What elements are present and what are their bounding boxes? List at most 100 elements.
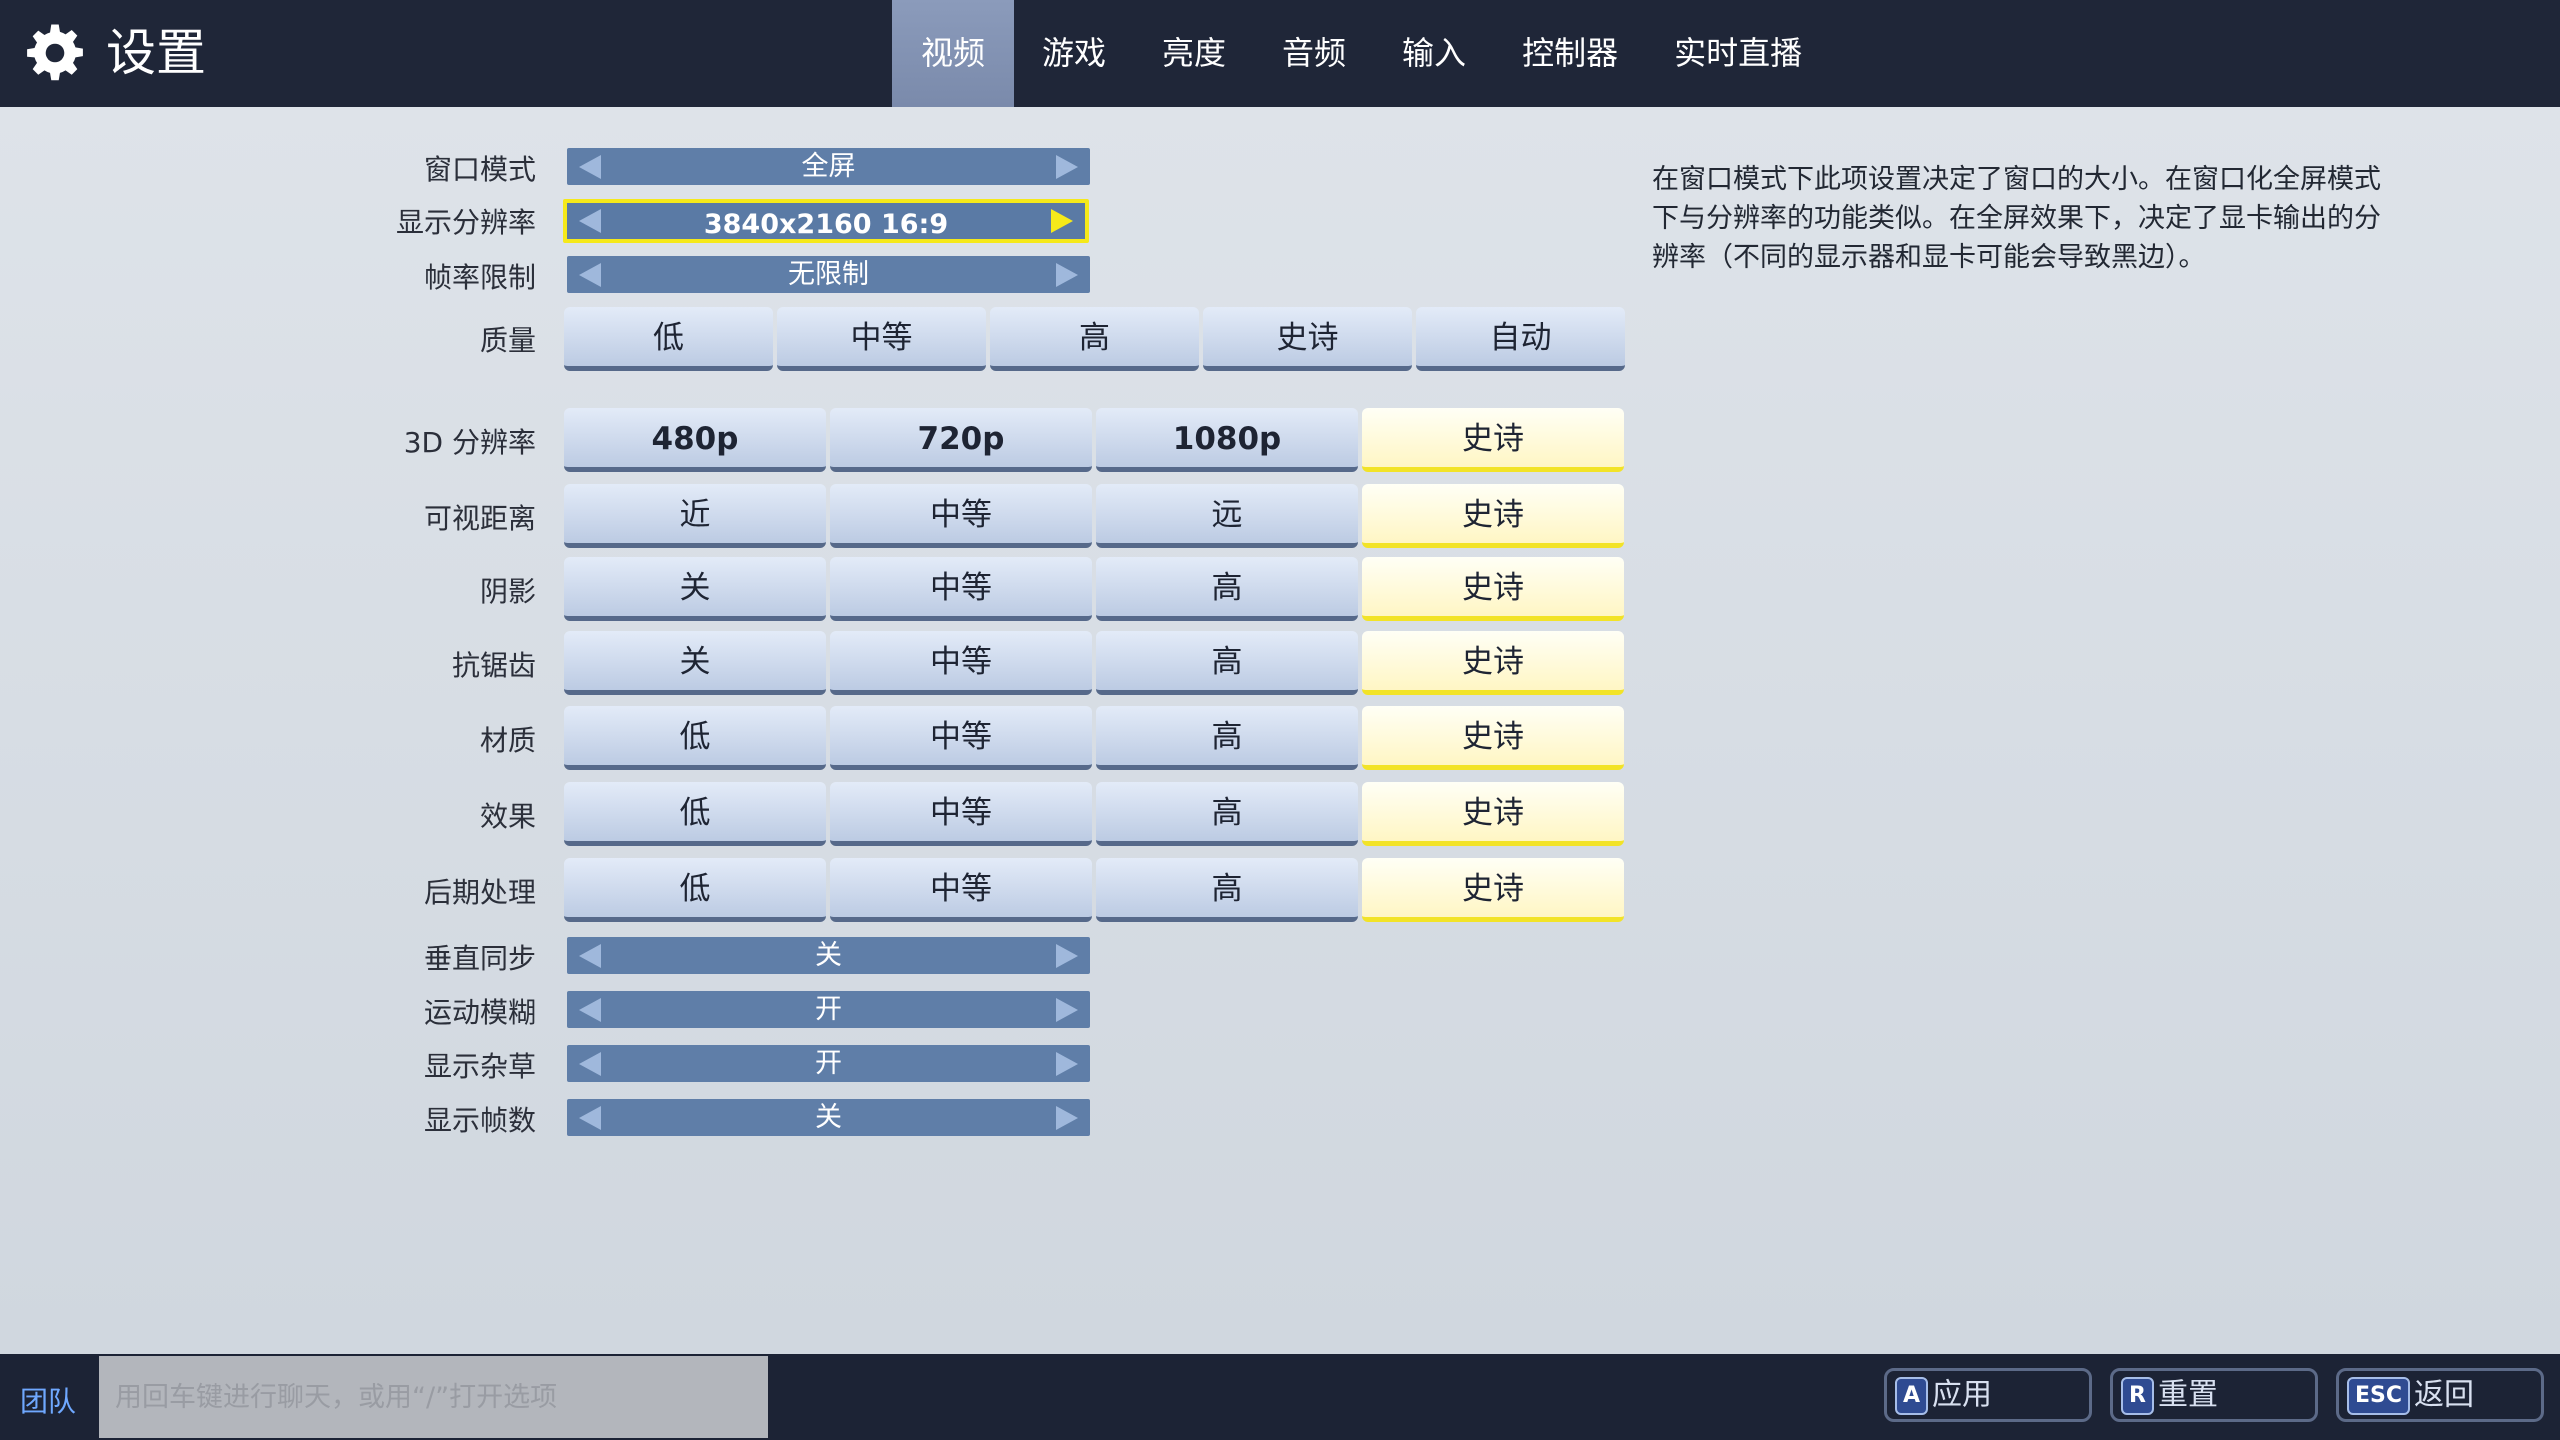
anti-aliasing-epic-button[interactable]: 史诗 xyxy=(1362,631,1624,695)
effects-high-button[interactable]: 高 xyxy=(1096,782,1358,846)
resolution-label: 显示分辨率 xyxy=(395,206,536,239)
quality-label: 质量 xyxy=(479,324,536,357)
post-processing-medium-button[interactable]: 中等 xyxy=(830,858,1092,922)
header-bar: 设置 视频 游戏 亮度 音频 输入 控制器 实时直播 xyxy=(0,0,2560,107)
frame-limit-selector[interactable]: 无限制 xyxy=(567,256,1090,293)
view-distance-options: 近 中等 远 史诗 xyxy=(564,484,1624,548)
textures-options: 低 中等 高 史诗 xyxy=(564,706,1624,770)
arrow-right-icon[interactable] xyxy=(1056,943,1078,968)
view-distance-far-button[interactable]: 远 xyxy=(1096,484,1358,548)
arrow-right-icon[interactable] xyxy=(1051,209,1073,233)
quality-epic-button[interactable]: 史诗 xyxy=(1203,307,1412,371)
arrow-right-icon[interactable] xyxy=(1056,1105,1078,1130)
res3d-options: 480p 720p 1080p 史诗 xyxy=(564,408,1624,472)
tab-game[interactable]: 游戏 xyxy=(1014,0,1134,107)
res3d-1080p-button[interactable]: 1080p xyxy=(1096,408,1358,472)
vsync-selector[interactable]: 关 xyxy=(567,937,1090,974)
quality-auto-button[interactable]: 自动 xyxy=(1416,307,1625,371)
motion-blur-label: 运动模糊 xyxy=(423,996,536,1029)
footer-bar: 团队 A应用 R重置 ESC返回 xyxy=(0,1354,2560,1440)
frame-limit-label: 帧率限制 xyxy=(423,261,536,294)
view-distance-near-button[interactable]: 近 xyxy=(564,484,826,548)
view-distance-label: 可视距离 xyxy=(423,502,536,535)
arrow-right-icon[interactable] xyxy=(1056,154,1078,179)
textures-epic-button[interactable]: 史诗 xyxy=(1362,706,1624,770)
textures-low-button[interactable]: 低 xyxy=(564,706,826,770)
tab-brightness[interactable]: 亮度 xyxy=(1134,0,1254,107)
chat-input[interactable] xyxy=(99,1356,768,1438)
page-title: 设置 xyxy=(106,24,206,82)
reset-label: 重置 xyxy=(2157,1377,2218,1413)
show-fps-value: 关 xyxy=(815,1102,842,1133)
arrow-left-icon[interactable] xyxy=(579,209,601,233)
quality-low-button[interactable]: 低 xyxy=(564,307,773,371)
back-button[interactable]: ESC 返回 xyxy=(2336,1368,2544,1422)
shadows-off-button[interactable]: 关 xyxy=(564,557,826,621)
apply-button[interactable]: A 应用 xyxy=(1884,1368,2092,1422)
motion-blur-value: 开 xyxy=(815,994,842,1025)
effects-medium-button[interactable]: 中等 xyxy=(830,782,1092,846)
tab-input[interactable]: 输入 xyxy=(1374,0,1494,107)
arrow-right-icon[interactable] xyxy=(1056,262,1078,287)
window-mode-label: 窗口模式 xyxy=(423,153,536,186)
textures-label: 材质 xyxy=(479,724,536,757)
team-chat-label[interactable]: 团队 xyxy=(20,1380,76,1420)
reset-button[interactable]: R 重置 xyxy=(2110,1368,2318,1422)
post-processing-high-button[interactable]: 高 xyxy=(1096,858,1358,922)
post-processing-low-button[interactable]: 低 xyxy=(564,858,826,922)
arrow-right-icon[interactable] xyxy=(1056,1051,1078,1076)
post-processing-options: 低 中等 高 史诗 xyxy=(564,858,1624,922)
show-fps-label: 显示帧数 xyxy=(423,1104,536,1137)
tab-streaming[interactable]: 实时直播 xyxy=(1646,0,1830,107)
show-grass-label: 显示杂草 xyxy=(423,1050,536,1083)
effects-low-button[interactable]: 低 xyxy=(564,782,826,846)
quality-medium-button[interactable]: 中等 xyxy=(777,307,986,371)
quality-options: 低 中等 高 史诗 自动 xyxy=(564,307,1625,371)
textures-high-button[interactable]: 高 xyxy=(1096,706,1358,770)
view-distance-medium-button[interactable]: 中等 xyxy=(830,484,1092,548)
shadows-epic-button[interactable]: 史诗 xyxy=(1362,557,1624,621)
vsync-label: 垂直同步 xyxy=(423,942,536,975)
post-processing-epic-button[interactable]: 史诗 xyxy=(1362,858,1624,922)
res3d-label: 3D 分辨率 xyxy=(403,426,536,459)
window-mode-selector[interactable]: 全屏 xyxy=(567,148,1090,185)
res3d-epic-button[interactable]: 史诗 xyxy=(1362,408,1624,472)
anti-aliasing-options: 关 中等 高 史诗 xyxy=(564,631,1624,695)
resolution-selector[interactable]: 3840x2160 16:9 xyxy=(563,199,1089,243)
show-fps-selector[interactable]: 关 xyxy=(567,1099,1090,1136)
shadows-label: 阴影 xyxy=(479,575,536,608)
vsync-value: 关 xyxy=(815,940,842,971)
shadows-medium-button[interactable]: 中等 xyxy=(830,557,1092,621)
tab-video[interactable]: 视频 xyxy=(892,0,1014,107)
arrow-left-icon[interactable] xyxy=(579,997,601,1022)
shadows-options: 关 中等 高 史诗 xyxy=(564,557,1624,621)
arrow-right-icon[interactable] xyxy=(1056,997,1078,1022)
arrow-left-icon[interactable] xyxy=(579,262,601,287)
arrow-left-icon[interactable] xyxy=(579,1051,601,1076)
effects-label: 效果 xyxy=(479,800,536,833)
effects-epic-button[interactable]: 史诗 xyxy=(1362,782,1624,846)
res3d-480p-button[interactable]: 480p xyxy=(564,408,826,472)
tab-audio[interactable]: 音频 xyxy=(1254,0,1374,107)
anti-aliasing-off-button[interactable]: 关 xyxy=(564,631,826,695)
motion-blur-selector[interactable]: 开 xyxy=(567,991,1090,1028)
post-processing-label: 后期处理 xyxy=(423,876,536,909)
resolution-value: 3840x2160 16:9 xyxy=(703,209,949,240)
anti-aliasing-label: 抗锯齿 xyxy=(451,649,536,682)
arrow-left-icon[interactable] xyxy=(579,943,601,968)
anti-aliasing-medium-button[interactable]: 中等 xyxy=(830,631,1092,695)
settings-tabs: 视频 游戏 亮度 音频 输入 控制器 实时直播 xyxy=(892,0,1830,107)
tab-controller[interactable]: 控制器 xyxy=(1494,0,1646,107)
arrow-left-icon[interactable] xyxy=(579,154,601,179)
textures-medium-button[interactable]: 中等 xyxy=(830,706,1092,770)
show-grass-selector[interactable]: 开 xyxy=(567,1045,1090,1082)
quality-high-button[interactable]: 高 xyxy=(990,307,1199,371)
anti-aliasing-high-button[interactable]: 高 xyxy=(1096,631,1358,695)
res3d-720p-button[interactable]: 720p xyxy=(830,408,1092,472)
key-r-icon: R xyxy=(2121,1376,2154,1415)
shadows-high-button[interactable]: 高 xyxy=(1096,557,1358,621)
key-a-icon: A xyxy=(1895,1376,1929,1415)
view-distance-epic-button[interactable]: 史诗 xyxy=(1362,484,1624,548)
arrow-left-icon[interactable] xyxy=(579,1105,601,1130)
frame-limit-value: 无限制 xyxy=(788,259,869,290)
